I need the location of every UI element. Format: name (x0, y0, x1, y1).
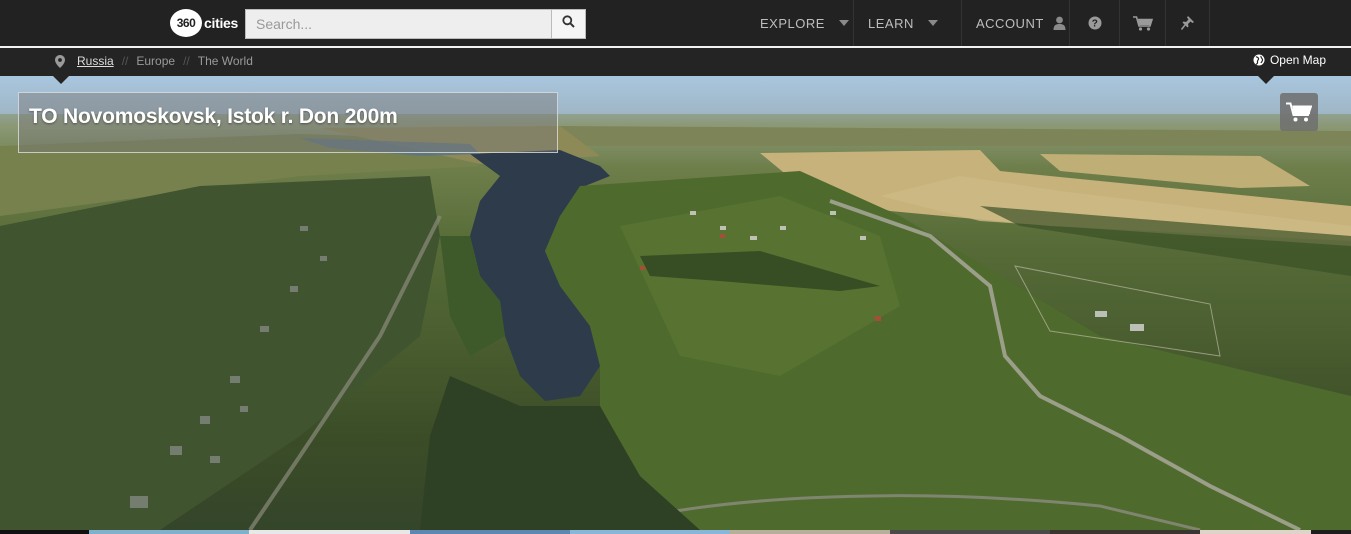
top-navigation-bar: 360 cities EXPLORE LEARN ACCOUNT ? (0, 0, 1351, 46)
breadcrumb-separator: // (121, 54, 129, 68)
nav-explore-label: EXPLORE (760, 15, 825, 31)
open-map-button[interactable]: Open Map (1253, 53, 1326, 67)
chevron-down-icon (838, 20, 849, 26)
chevron-down-icon (927, 20, 938, 26)
buy-panorama-button[interactable] (1280, 93, 1318, 131)
user-icon (1053, 16, 1066, 30)
cart-icon (1132, 15, 1153, 31)
panorama-title-box: TO Novomoskovsk, Istok r. Don 200m (18, 92, 558, 153)
thumbnail[interactable] (1200, 530, 1311, 534)
thumbnail[interactable] (730, 530, 890, 534)
thumbnail-strip (0, 530, 1351, 534)
nav-learn[interactable]: LEARN (853, 0, 961, 46)
breadcrumb-separator: // (183, 54, 190, 68)
open-map-label: Open Map (1269, 53, 1326, 67)
search-form (245, 9, 586, 39)
thumbnail[interactable] (410, 530, 570, 534)
globe-icon (1253, 54, 1265, 66)
nav-learn-label: LEARN (868, 15, 914, 31)
svg-text:?: ? (1091, 19, 1098, 30)
breadcrumb-notch-right (1258, 76, 1274, 84)
help-button[interactable]: ? (1069, 0, 1119, 46)
cart-icon (1286, 102, 1312, 122)
pin-icon (1181, 16, 1194, 30)
pin-button[interactable] (1165, 0, 1210, 46)
thumbnail[interactable] (570, 530, 730, 534)
site-logo[interactable]: 360 cities (170, 9, 238, 37)
thumbnail[interactable] (1050, 530, 1200, 534)
thumbnail[interactable] (0, 530, 89, 534)
breadcrumb-bar: Russia // Europe // The World Open Map (0, 48, 1351, 76)
cart-button[interactable] (1119, 0, 1165, 46)
breadcrumb-notch-left (53, 76, 69, 84)
location-pin-icon (55, 55, 65, 71)
search-icon (562, 15, 575, 33)
breadcrumb: Russia // Europe // The World (77, 54, 253, 68)
logo-badge: 360 (170, 9, 202, 37)
help-icon: ? (1088, 16, 1102, 30)
logo-text: cities (204, 15, 238, 31)
search-button[interactable] (551, 9, 586, 39)
thumbnail[interactable] (89, 530, 249, 534)
panorama-title: TO Novomoskovsk, Istok r. Don 200m (29, 105, 398, 128)
thumbnail[interactable] (249, 530, 410, 534)
breadcrumb-europe[interactable]: Europe (136, 54, 175, 68)
nav-account[interactable]: ACCOUNT (961, 0, 1069, 46)
breadcrumb-the-world[interactable]: The World (198, 54, 253, 68)
nav-explore[interactable]: EXPLORE (746, 0, 853, 46)
search-input[interactable] (245, 9, 551, 39)
nav-account-label: ACCOUNT (976, 15, 1044, 31)
breadcrumb-russia[interactable]: Russia (77, 54, 114, 68)
thumbnail[interactable] (890, 530, 1050, 534)
